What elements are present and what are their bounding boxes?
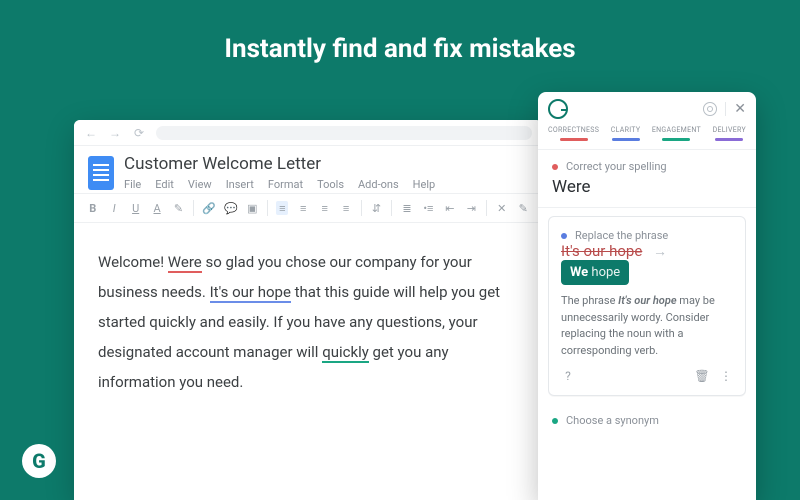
bar-icon <box>715 138 743 141</box>
tab-label: CLARITY <box>611 126 641 134</box>
tab-label: ENGAGEMENT <box>652 126 701 134</box>
menu-insert[interactable]: Insert <box>226 178 254 191</box>
bulleted-list-icon[interactable]: •≡ <box>422 201 435 215</box>
nav-refresh-icon[interactable]: ⟳ <box>132 126 146 140</box>
grammarly-panel: ✕ CORRECTNESS CLARITY ENGAGEMENT DELIVER… <box>538 92 756 500</box>
doc-text: Welcome! <box>98 253 168 271</box>
card-label: Correct your spelling <box>566 160 667 173</box>
more-icon[interactable]: ⋮ <box>719 369 733 383</box>
card-footer: ? 🗑 ⋮ <box>561 369 733 383</box>
doc-title[interactable]: Customer Welcome Letter <box>124 154 435 174</box>
indent-icon[interactable]: ⇥ <box>465 201 478 215</box>
document-window: ← → ⟳ Customer Welcome Letter File Edit … <box>74 120 542 500</box>
category-tabs: CORRECTNESS CLARITY ENGAGEMENT DELIVERY <box>538 126 756 150</box>
menu-addons[interactable]: Add-ons <box>358 178 399 191</box>
apply-suggestion-button[interactable]: We hope <box>561 260 629 285</box>
image-icon[interactable]: ▣ <box>246 201 259 215</box>
suggest-rest: hope <box>588 265 620 280</box>
clear-format-icon[interactable]: ✕ <box>495 201 508 215</box>
tab-clarity[interactable]: CLARITY <box>611 126 641 141</box>
separator-icon <box>193 200 194 216</box>
menu-file[interactable]: File <box>124 178 141 191</box>
underline-icon[interactable]: U <box>129 201 142 215</box>
tab-label: CORRECTNESS <box>548 126 599 134</box>
google-docs-icon <box>88 156 114 190</box>
align-right-icon[interactable]: ≡ <box>318 201 331 215</box>
info-icon[interactable]: ? <box>561 369 575 383</box>
bold-icon[interactable]: B <box>86 201 99 215</box>
suggestion-card-synonym[interactable]: Choose a synonym <box>538 404 756 437</box>
tab-engagement[interactable]: ENGAGEMENT <box>652 126 701 141</box>
arrow-right-icon: → <box>653 243 667 260</box>
menu-help[interactable]: Help <box>413 178 436 191</box>
tab-delivery[interactable]: DELIVERY <box>713 126 746 141</box>
doc-header: Customer Welcome Letter File Edit View I… <box>74 146 542 193</box>
divider-icon <box>725 102 726 116</box>
menu-edit[interactable]: Edit <box>155 178 174 191</box>
menu-format[interactable]: Format <box>268 178 303 191</box>
suggest-bold: We <box>570 265 588 280</box>
goals-icon[interactable] <box>703 102 717 116</box>
separator-icon <box>267 200 268 216</box>
panel-top: ✕ <box>538 92 756 126</box>
dot-icon <box>561 233 567 239</box>
doc-menu: File Edit View Insert Format Tools Add-o… <box>124 178 435 191</box>
card-word: Were <box>552 177 742 197</box>
suggestion-card-spelling[interactable]: Correct your spelling Were <box>538 150 756 208</box>
separator-icon <box>486 200 487 216</box>
nav-forward-icon[interactable]: → <box>108 126 122 140</box>
headline: Instantly find and fix mistakes <box>0 0 800 64</box>
doc-body[interactable]: Welcome! Were so glad you chose our comp… <box>74 223 542 397</box>
error-engagement[interactable]: quickly <box>322 343 369 363</box>
grammarly-logo-corner: G <box>22 444 56 478</box>
menu-tools[interactable]: Tools <box>317 178 344 191</box>
grammarly-logo-icon <box>548 99 568 119</box>
bar-icon <box>560 138 588 141</box>
comment-icon[interactable]: 💬 <box>224 201 238 215</box>
edit-mode-icon[interactable]: ✎ <box>517 201 530 215</box>
close-icon[interactable]: ✕ <box>734 101 746 117</box>
browser-bar: ← → ⟳ <box>74 120 542 146</box>
text-color-icon[interactable]: A <box>150 201 163 215</box>
card-label: Replace the phrase <box>575 229 668 242</box>
dot-icon <box>552 164 558 170</box>
bar-icon <box>612 138 640 141</box>
line-spacing-icon[interactable]: ⇵ <box>370 201 383 215</box>
card-label: Choose a synonym <box>566 414 659 427</box>
numbered-list-icon[interactable]: ≣ <box>400 201 413 215</box>
error-clarity[interactable]: It's our hope <box>210 283 291 303</box>
italic-icon[interactable]: I <box>107 201 120 215</box>
separator-icon <box>361 200 362 216</box>
outdent-icon[interactable]: ⇤ <box>443 201 456 215</box>
trash-icon[interactable]: 🗑 <box>695 369 709 383</box>
separator-icon <box>391 200 392 216</box>
toolbar: B I U A ✎ 🔗 💬 ▣ ≡ ≡ ≡ ≡ ⇵ ≣ •≡ ⇤ ⇥ ✕ ✎ <box>74 193 542 223</box>
align-justify-icon[interactable]: ≡ <box>339 201 352 215</box>
bar-icon <box>662 138 690 141</box>
suggestion-card-clarity[interactable]: Replace the phrase It's our hope → We ho… <box>548 216 746 396</box>
url-bar[interactable] <box>156 126 532 140</box>
nav-back-icon[interactable]: ← <box>84 126 98 140</box>
align-left-icon[interactable]: ≡ <box>276 201 288 215</box>
menu-view[interactable]: View <box>188 178 212 191</box>
align-center-icon[interactable]: ≡ <box>296 201 309 215</box>
dot-icon <box>552 418 558 424</box>
highlight-icon[interactable]: ✎ <box>172 201 185 215</box>
explanation-text: The phrase It's our hope may be unnecess… <box>561 293 733 359</box>
strike-text: It's our hope <box>561 242 642 260</box>
tab-correctness[interactable]: CORRECTNESS <box>548 126 599 141</box>
error-spelling[interactable]: Were <box>168 253 202 273</box>
tab-label: DELIVERY <box>713 126 746 134</box>
link-icon[interactable]: 🔗 <box>202 201 216 215</box>
